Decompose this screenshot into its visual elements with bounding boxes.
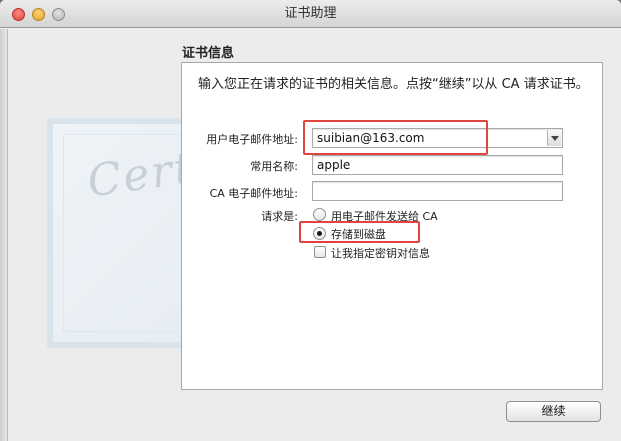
common-name-field[interactable]: apple: [312, 155, 563, 175]
intro-text: 输入您正在请求的证书的相关信息。点按“继续”以从 CA 请求证书。: [198, 77, 589, 92]
chevron-down-icon[interactable]: [547, 130, 561, 146]
form-panel: [181, 62, 603, 390]
title-bar: 证书助理: [0, 0, 621, 28]
common-name-label: 常用名称:: [250, 160, 298, 173]
section-title: 证书信息: [182, 46, 235, 61]
certificate-assistant-window: 证书助理 Certific 证书信息 输入您正在请求的证书的相关信息。点按“继续…: [0, 0, 621, 441]
email-ca-label[interactable]: 用电子邮件发送给 CA: [331, 208, 438, 224]
user-email-field[interactable]: suibian@163.com: [312, 128, 563, 148]
request-label: 请求是:: [261, 210, 298, 223]
specify-key-pair-checkbox[interactable]: [314, 246, 326, 258]
continue-button[interactable]: 继续: [506, 401, 601, 422]
save-to-disk-radio[interactable]: [313, 227, 326, 240]
email-ca-radio[interactable]: [313, 208, 326, 221]
window-title: 证书助理: [284, 6, 337, 21]
user-email-value: suibian@163.com: [317, 131, 425, 145]
background-window-edge: [0, 29, 8, 441]
save-to-disk-label[interactable]: 存储到磁盘: [331, 226, 386, 242]
user-email-label: 用户电子邮件地址:: [206, 133, 298, 146]
specify-key-pair-label[interactable]: 让我指定密钥对信息: [331, 245, 430, 261]
common-name-value: apple: [317, 158, 351, 172]
ca-email-label: CA 电子邮件地址:: [209, 187, 298, 200]
ca-email-field[interactable]: [312, 181, 563, 201]
